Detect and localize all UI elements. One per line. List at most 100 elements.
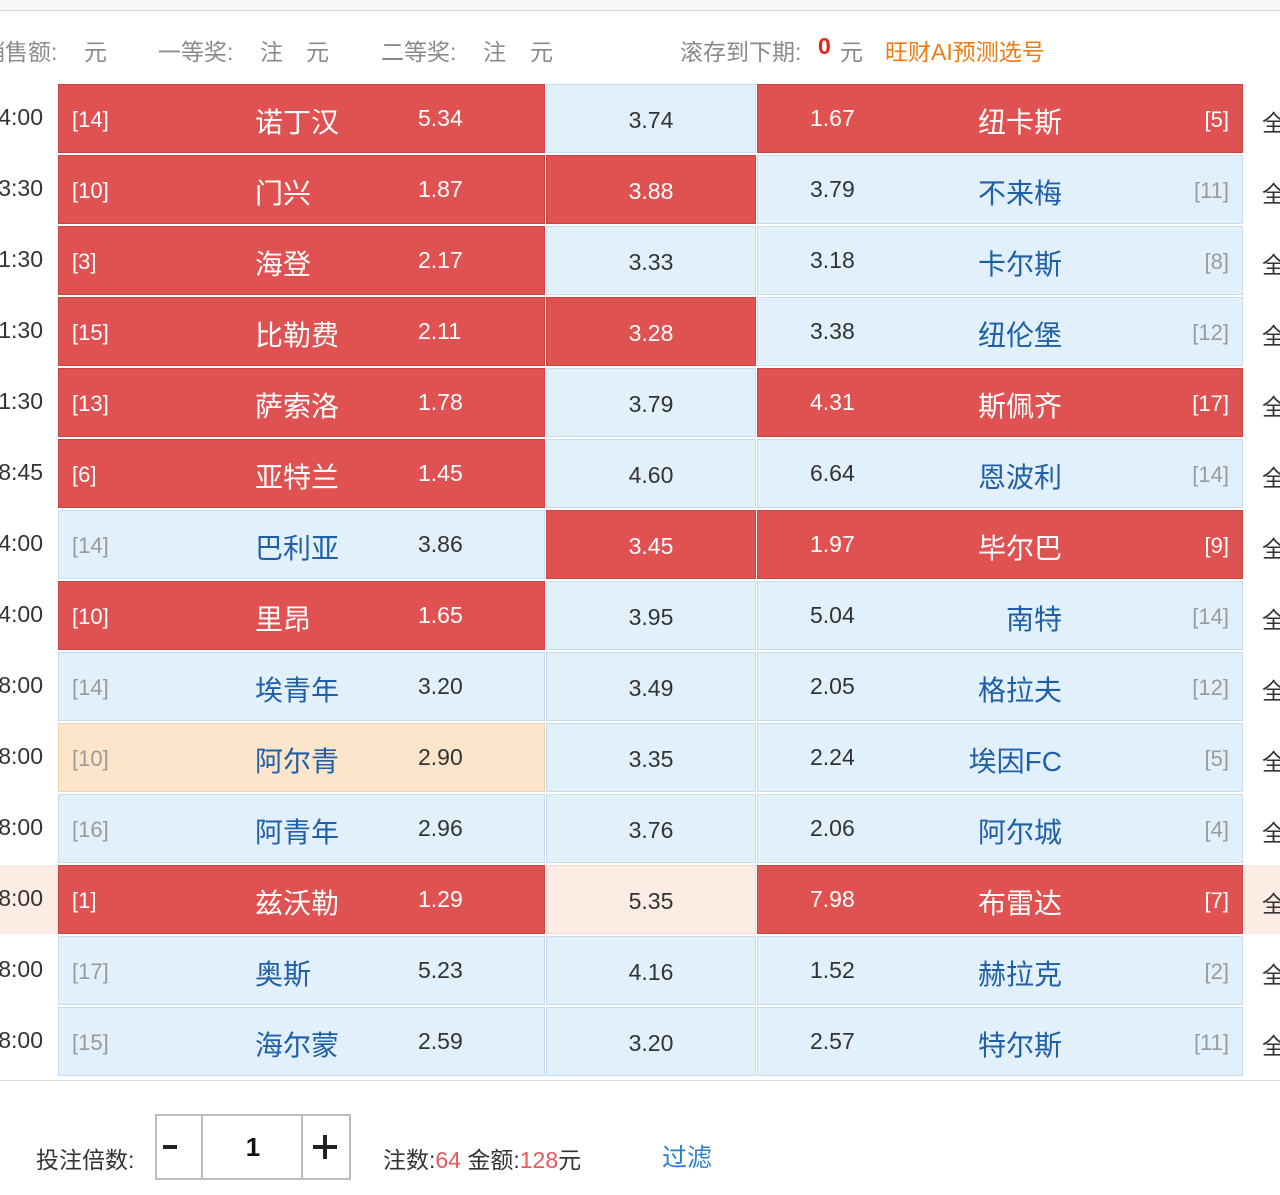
select-all-label: 全 — [1262, 465, 1280, 491]
multiplier-input[interactable]: 1 — [203, 1116, 303, 1178]
first-prize-label: 一等奖: — [158, 39, 234, 65]
away-rank: [14] — [1192, 462, 1229, 487]
home-win-option[interactable]: [1] 兹沃勒 1.29 — [58, 865, 545, 934]
away-team: 特尔斯 — [977, 1030, 1062, 1061]
away-win-option[interactable]: 3.38 纽伦堡 [12] — [757, 297, 1243, 366]
away-win-option[interactable]: 2.06 阿尔城 [4] — [757, 794, 1243, 863]
home-win-option[interactable]: [17] 奥斯 5.23 — [58, 936, 545, 1005]
select-all-option[interactable]: 全 — [1244, 865, 1280, 934]
select-all-option[interactable]: 全 — [1244, 439, 1280, 508]
away-team: 埃因FC — [968, 746, 1062, 777]
away-rank: [4] — [1204, 817, 1229, 842]
home-team: 海登 — [255, 249, 312, 280]
sales-unit: 元 — [84, 39, 107, 65]
away-win-option[interactable]: 1.67 纽卡斯 [5] — [757, 84, 1243, 153]
home-rank: [15] — [72, 320, 109, 345]
match-time-cell: 21:30 — [0, 226, 58, 295]
away-win-option[interactable]: 3.79 不来梅 [11] — [757, 155, 1243, 224]
match-time-cell: 18:00 — [0, 652, 58, 721]
away-win-option[interactable]: 3.18 卡尔斯 [8] — [757, 226, 1243, 295]
rollover-unit: 元 — [840, 39, 863, 65]
draw-odds: 4.60 — [628, 462, 674, 488]
select-all-option[interactable]: 全 — [1244, 155, 1280, 224]
select-all-label: 全 — [1262, 252, 1280, 278]
select-all-option[interactable]: 全 — [1244, 723, 1280, 792]
home-win-option[interactable]: [10] 里昂 1.65 — [58, 581, 545, 650]
draw-option[interactable]: 3.95 — [546, 581, 756, 650]
home-win-option[interactable]: [3] 海登 2.17 — [58, 226, 545, 295]
draw-option[interactable]: 5.35 — [546, 865, 756, 934]
match-time: 18:00 — [0, 1027, 43, 1053]
draw-option[interactable]: 3.28 — [546, 297, 756, 366]
select-all-option[interactable]: 全 — [1244, 794, 1280, 863]
away-win-option[interactable]: 2.05 格拉夫 [12] — [757, 652, 1243, 721]
draw-odds: 4.16 — [628, 959, 674, 985]
second-prize-label: 二等奖: — [381, 39, 457, 65]
multiplier-label: 投注倍数: — [36, 1147, 135, 1173]
home-odds: 5.34 — [418, 105, 463, 131]
away-team: 格拉夫 — [977, 675, 1062, 706]
select-all-option[interactable]: 全 — [1244, 510, 1280, 579]
amount-label: 金额: — [467, 1147, 520, 1173]
home-win-option[interactable]: [10] 阿尔青 2.90 — [58, 723, 545, 792]
draw-option[interactable]: 4.60 — [546, 439, 756, 508]
plus-button[interactable] — [301, 1116, 349, 1178]
away-win-option[interactable]: 1.52 赫拉克 [2] — [757, 936, 1243, 1005]
count-label: 注数: — [383, 1147, 436, 1173]
select-all-option[interactable]: 全 — [1244, 297, 1280, 366]
away-win-option[interactable]: 7.98 布雷达 [7] — [757, 865, 1243, 934]
match-row: 18:00 [17] 奥斯 5.23 4.16 1.52 赫拉克 [2] 全 — [0, 936, 1280, 1007]
match-time: 18:45 — [0, 459, 43, 485]
draw-option[interactable]: 3.76 — [546, 794, 756, 863]
ai-prediction-link[interactable]: 旺财AI预测选号 — [885, 33, 1045, 67]
home-win-option[interactable]: [10] 门兴 1.87 — [58, 155, 545, 224]
select-all-option[interactable]: 全 — [1244, 368, 1280, 437]
home-win-option[interactable]: [15] 海尔蒙 2.59 — [58, 1007, 545, 1076]
draw-odds: 3.28 — [628, 320, 674, 346]
second-prize-unit: 元 — [530, 39, 553, 65]
away-odds: 2.06 — [810, 815, 855, 841]
home-win-option[interactable]: [14] 诺丁汉 5.34 — [58, 84, 545, 153]
home-win-option[interactable]: [13] 萨索洛 1.78 — [58, 368, 545, 437]
home-win-option[interactable]: [14] 埃青年 3.20 — [58, 652, 545, 721]
select-all-option[interactable]: 全 — [1244, 226, 1280, 295]
select-all-label: 全 — [1262, 749, 1280, 775]
draw-option[interactable]: 3.88 — [546, 155, 756, 224]
draw-option[interactable]: 3.49 — [546, 652, 756, 721]
draw-option[interactable]: 4.16 — [546, 936, 756, 1005]
filter-button[interactable]: 过滤 — [662, 1138, 712, 1174]
draw-option[interactable]: 3.33 — [546, 226, 756, 295]
home-win-option[interactable]: [16] 阿青年 2.96 — [58, 794, 545, 863]
home-rank: [14] — [72, 533, 109, 558]
away-odds: 4.31 — [810, 389, 855, 415]
away-win-option[interactable]: 2.24 埃因FC [5] — [757, 723, 1243, 792]
amount-unit: 元 — [558, 1147, 582, 1173]
home-win-option[interactable]: [14] 巴利亚 3.86 — [58, 510, 545, 579]
draw-option[interactable]: 3.45 — [546, 510, 756, 579]
select-all-option[interactable]: 全 — [1244, 1007, 1280, 1076]
away-win-option[interactable]: 4.31 斯佩齐 [17] — [757, 368, 1243, 437]
home-win-option[interactable]: [15] 比勒费 2.11 — [58, 297, 545, 366]
home-win-option[interactable]: [6] 亚特兰 1.45 — [58, 439, 545, 508]
away-win-option[interactable]: 5.04 南特 [14] — [757, 581, 1243, 650]
away-rank: [12] — [1192, 675, 1229, 700]
away-rank: [9] — [1204, 533, 1229, 558]
draw-option[interactable]: 3.35 — [546, 723, 756, 792]
minus-button[interactable] — [157, 1116, 203, 1178]
select-all-option[interactable]: 全 — [1244, 84, 1280, 153]
select-all-option[interactable]: 全 — [1244, 936, 1280, 1005]
draw-option[interactable]: 3.79 — [546, 368, 756, 437]
sales-label: 销售额: — [0, 39, 58, 65]
home-rank: [10] — [72, 746, 109, 771]
away-team: 斯佩齐 — [977, 391, 1062, 422]
home-team: 巴利亚 — [255, 533, 340, 564]
away-win-option[interactable]: 2.57 特尔斯 [11] — [757, 1007, 1243, 1076]
home-team: 阿青年 — [255, 817, 340, 848]
select-all-option[interactable]: 全 — [1244, 652, 1280, 721]
match-row: 18:00 [14] 埃青年 3.20 3.49 2.05 格拉夫 [12] 全 — [0, 652, 1280, 723]
away-win-option[interactable]: 6.64 恩波利 [14] — [757, 439, 1243, 508]
draw-option[interactable]: 3.20 — [546, 1007, 756, 1076]
away-win-option[interactable]: 1.97 毕尔巴 [9] — [757, 510, 1243, 579]
draw-option[interactable]: 3.74 — [546, 84, 756, 153]
select-all-option[interactable]: 全 — [1244, 581, 1280, 650]
